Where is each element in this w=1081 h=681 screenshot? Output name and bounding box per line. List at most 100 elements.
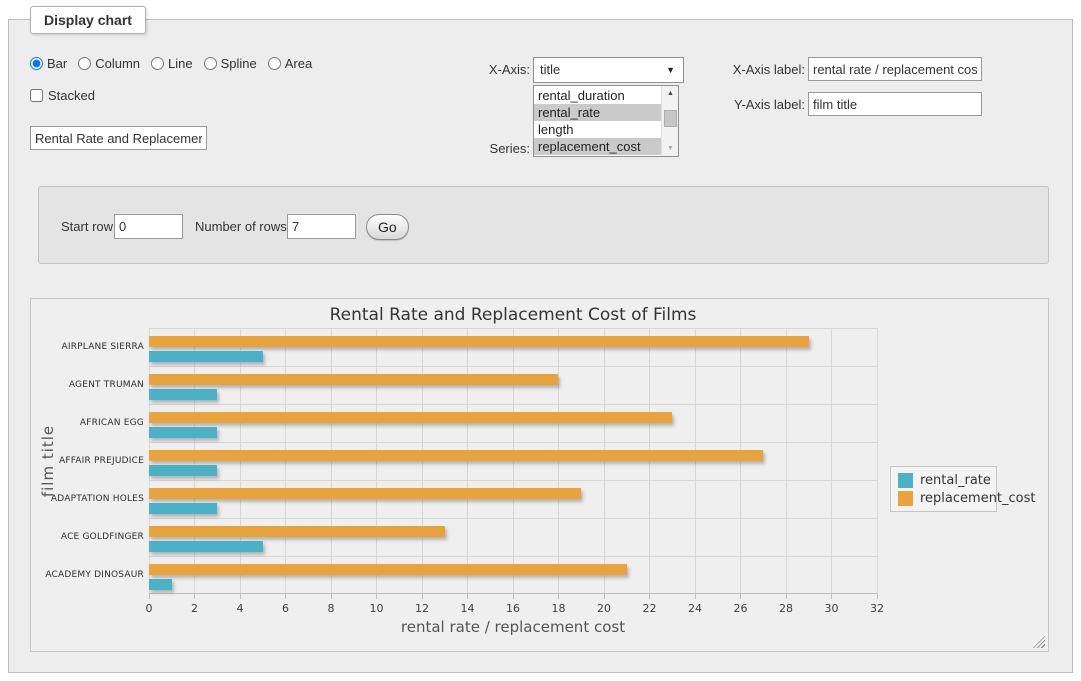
legend-item-rental_rate[interactable]: rental_rate — [898, 471, 989, 489]
category-label: AFFAIR PREJUDICE — [35, 456, 144, 466]
chart-type-option-area[interactable]: Area — [268, 56, 312, 71]
go-button[interactable]: Go — [366, 214, 409, 240]
gridline-vertical — [194, 328, 195, 594]
chart-type-label: Bar — [47, 56, 67, 71]
x-tick-label: 18 — [552, 602, 566, 615]
replacement_cost-bar — [149, 488, 581, 499]
chart-type-radio-line[interactable] — [151, 57, 164, 70]
replacement_cost-bar — [149, 564, 627, 575]
stacked-checkbox[interactable] — [30, 89, 43, 102]
x-tick-label: 6 — [282, 602, 289, 615]
gridline-vertical — [831, 328, 832, 594]
gridline-vertical — [786, 328, 787, 594]
chart-type-label: Column — [95, 56, 140, 71]
x-axis-select-label: X-Axis: — [449, 62, 530, 77]
chart-type-radio-spline[interactable] — [204, 57, 217, 70]
x-tick-mark — [740, 594, 741, 599]
gridline-vertical — [513, 328, 514, 594]
gridline-horizontal — [149, 518, 877, 519]
stacked-option[interactable]: Stacked — [30, 88, 95, 103]
chart-type-radio-bar[interactable] — [30, 57, 43, 70]
chart-type-radio-area[interactable] — [268, 57, 281, 70]
rental_rate-bar — [149, 579, 172, 590]
scroll-down-icon[interactable]: ▼ — [662, 141, 679, 156]
y-axis-label-field-label: Y-Axis label: — [699, 97, 805, 112]
replacement_cost-bar — [149, 526, 445, 537]
x-axis-label-field-label: X-Axis label: — [699, 62, 805, 77]
x-tick-mark — [467, 594, 468, 599]
series-option-rental_rate[interactable]: rental_rate — [534, 104, 661, 121]
x-tick-mark — [513, 594, 514, 599]
scrollbar-thumb[interactable] — [664, 110, 677, 127]
rental_rate-bar — [149, 351, 263, 362]
x-tick-label: 22 — [643, 602, 657, 615]
x-tick-mark — [877, 594, 878, 599]
legend-swatch — [898, 473, 913, 488]
chart-type-option-spline[interactable]: Spline — [204, 56, 257, 71]
x-axis-select[interactable]: title ▼ — [533, 57, 684, 83]
number-of-rows-label: Number of rows: — [195, 219, 290, 234]
x-tick-label: 0 — [146, 602, 153, 615]
plot-area — [149, 328, 877, 594]
number-of-rows-input[interactable] — [287, 214, 356, 239]
x-axis-selected-value: title — [540, 58, 560, 82]
x-axis-title: rental rate / replacement cost — [149, 618, 877, 636]
series-option-rental_duration[interactable]: rental_duration — [534, 87, 661, 104]
x-tick-mark — [558, 594, 559, 599]
chart-type-option-line[interactable]: Line — [151, 56, 193, 71]
chart-title-input[interactable] — [30, 126, 207, 150]
x-tick-label: 20 — [597, 602, 611, 615]
category-label: AIRPLANE SIERRA — [35, 342, 144, 352]
chart-type-group: Bar Column Line Spline Area — [30, 56, 312, 71]
gridline-horizontal — [149, 328, 877, 329]
gridline-vertical — [467, 328, 468, 594]
gridline-horizontal — [149, 442, 877, 443]
category-label: AGENT TRUMAN — [35, 380, 144, 390]
x-tick-label: 26 — [734, 602, 748, 615]
x-tick-mark — [149, 594, 150, 599]
series-multiselect[interactable]: rental_durationrental_ratelengthreplacem… — [533, 85, 679, 157]
panel-legend: Display chart — [30, 6, 146, 34]
gridline-vertical — [285, 328, 286, 594]
legend-label: rental_rate — [920, 473, 991, 488]
category-label: ADAPTATION HOLES — [35, 494, 144, 504]
chart-type-label: Spline — [221, 56, 257, 71]
y-axis-label-input[interactable] — [808, 92, 982, 116]
series-scrollbar[interactable]: ▲ ▼ — [661, 86, 678, 156]
legend-swatch — [898, 491, 913, 506]
legend-label: replacement_cost — [920, 491, 1036, 506]
page: Display chart Bar Column Line Spline Area St… — [0, 0, 1081, 681]
x-tick-label: 8 — [328, 602, 335, 615]
category-label: ACADEMY DINOSAUR — [35, 570, 144, 580]
rental_rate-bar — [149, 541, 263, 552]
row-range-panel: Start row: Number of rows: Go — [38, 186, 1049, 264]
x-tick-mark — [240, 594, 241, 599]
start-row-input[interactable] — [114, 214, 183, 239]
chart-type-option-column[interactable]: Column — [78, 56, 140, 71]
x-tick-mark — [422, 594, 423, 599]
scroll-up-icon[interactable]: ▲ — [662, 86, 679, 101]
chart-container: Rental Rate and Replacement Cost of Film… — [30, 298, 1049, 652]
x-tick-label: 30 — [825, 602, 839, 615]
chart-type-radio-column[interactable] — [78, 57, 91, 70]
gridline-horizontal — [149, 404, 877, 405]
replacement_cost-bar — [149, 450, 763, 461]
x-tick-mark — [194, 594, 195, 599]
series-select-label: Series: — [449, 141, 530, 156]
gridline-vertical — [604, 328, 605, 594]
x-tick-label: 28 — [779, 602, 793, 615]
gridline-horizontal — [149, 556, 877, 557]
category-label: ACE GOLDFINGER — [35, 532, 144, 542]
series-option-replacement_cost[interactable]: replacement_cost — [534, 138, 661, 155]
x-tick-mark — [331, 594, 332, 599]
x-axis-label-input[interactable] — [808, 57, 982, 81]
resize-grip-icon[interactable] — [1033, 636, 1045, 648]
legend-item-replacement_cost[interactable]: replacement_cost — [898, 489, 989, 507]
chart-title: Rental Rate and Replacement Cost of Film… — [149, 305, 877, 325]
x-tick-label: 12 — [415, 602, 429, 615]
series-option-length[interactable]: length — [534, 121, 661, 138]
gridline-vertical — [649, 328, 650, 594]
dropdown-arrow-icon: ▼ — [666, 66, 675, 75]
chart-type-option-bar[interactable]: Bar — [30, 56, 67, 71]
x-tick-label: 14 — [461, 602, 475, 615]
